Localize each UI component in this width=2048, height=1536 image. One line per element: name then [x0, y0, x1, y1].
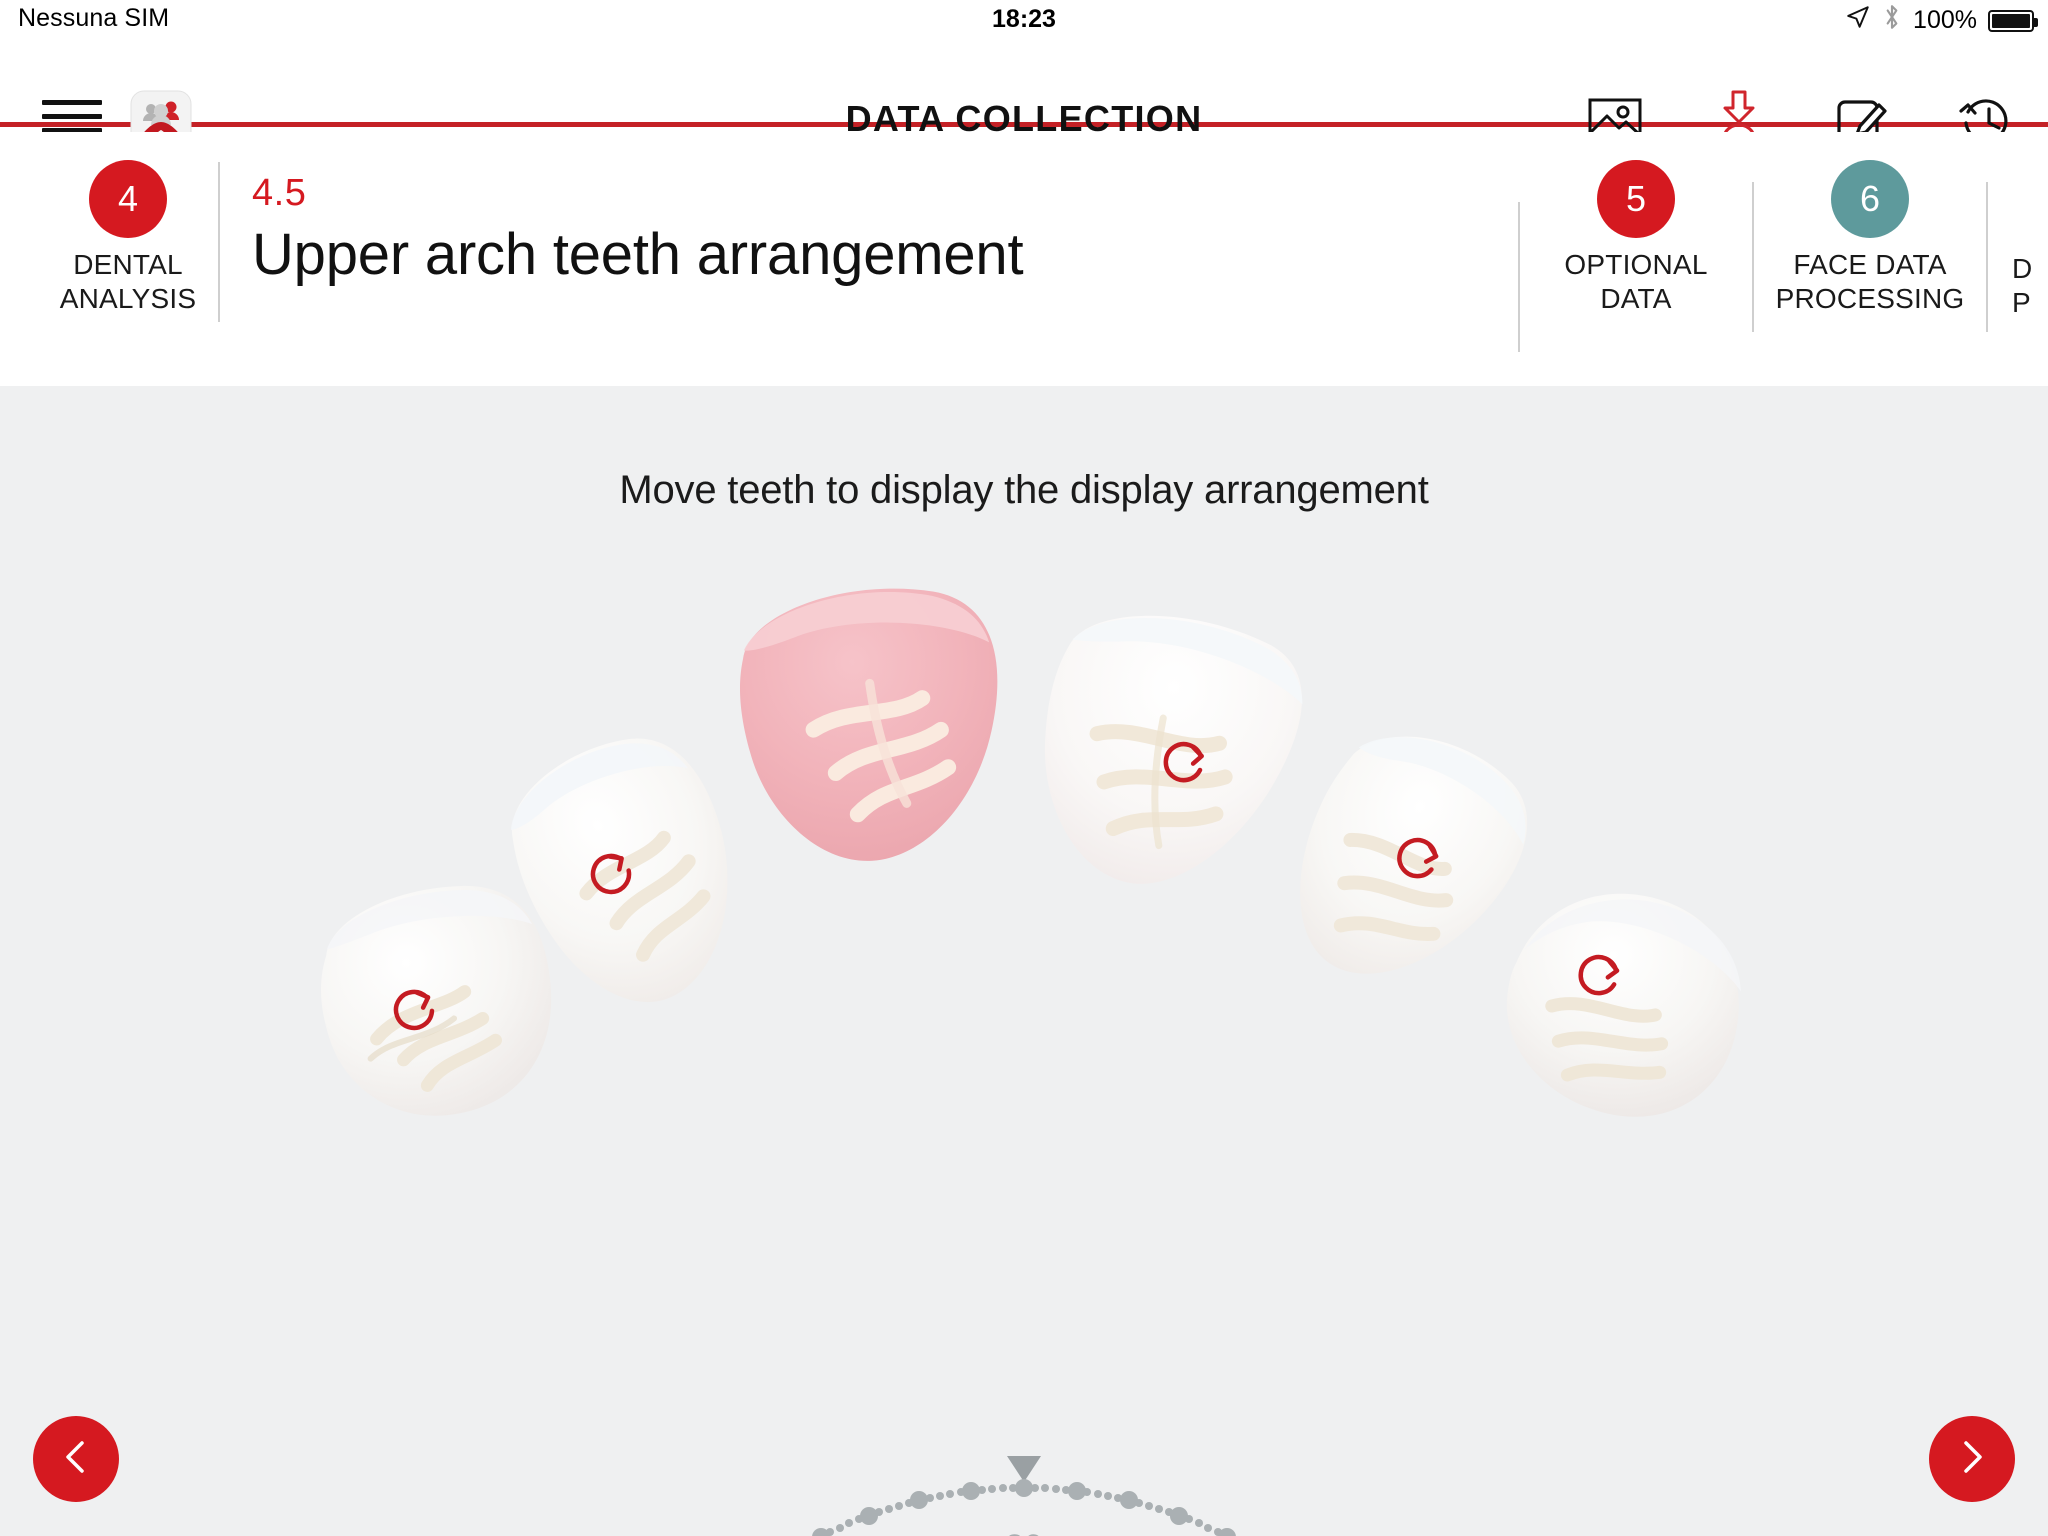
current-step-label: DENTAL ANALYSIS [59, 249, 197, 314]
arc-minor-dot[interactable] [1041, 1484, 1050, 1493]
step-header: 4 DENTAL ANALYSIS 4.5 Upper arch teeth a… [0, 132, 2048, 386]
arc-minor-dot[interactable] [845, 1519, 854, 1528]
arc-minor-dot[interactable] [1155, 1504, 1164, 1513]
step-item-face-data-processing[interactable]: 6 FACE DATA PROCESSING [1754, 160, 1986, 316]
arc-minor-dot[interactable] [1204, 1523, 1213, 1532]
arc-tick-label: 20 [954, 1528, 1002, 1536]
arc-minor-dot[interactable] [884, 1504, 893, 1513]
arc-minor-dot[interactable] [977, 1485, 986, 1494]
arc-minor-dot[interactable] [1144, 1501, 1153, 1510]
step-item-optional-data[interactable]: 5 OPTIONAL DATA [1520, 160, 1752, 316]
arc-minor-dot[interactable] [1051, 1485, 1060, 1494]
arc-minor-dot[interactable] [998, 1484, 1007, 1493]
battery-full-icon [1988, 9, 2038, 32]
teeth-canvas[interactable]: Move teeth to display the display arrang… [0, 386, 2048, 1536]
arc-minor-dot[interactable] [946, 1490, 955, 1499]
arc-minor-dot[interactable] [1093, 1490, 1102, 1499]
arc-minor-dot[interactable] [1083, 1488, 1092, 1497]
future-steps-group: 5 OPTIONAL DATA 6 FACE DATA PROCESSING D [1518, 160, 2048, 352]
arch-curve-slider[interactable]: 0010203040506070 [660, 1456, 1388, 1536]
arc-minor-dot[interactable] [835, 1523, 844, 1532]
arc-major-dot[interactable] [1218, 1527, 1237, 1536]
arc-minor-dot[interactable] [1134, 1498, 1143, 1507]
arc-minor-dot[interactable] [936, 1491, 945, 1500]
arc-minor-dot[interactable] [1030, 1484, 1039, 1493]
step-badge-6: 6 [1831, 160, 1909, 238]
arc-minor-dot[interactable] [826, 1528, 835, 1536]
current-step-group[interactable]: 4 DENTAL ANALYSIS [48, 160, 208, 316]
arc-minor-dot[interactable] [1194, 1519, 1203, 1528]
step-label-7: D P [2012, 253, 2033, 318]
arc-minor-dot[interactable] [1103, 1491, 1112, 1500]
current-step-badge: 4 [89, 160, 167, 238]
arc-tick-label: 30 [1002, 1528, 1046, 1536]
arc-minor-dot[interactable] [925, 1494, 934, 1503]
step-divider-left [218, 162, 220, 322]
substep-title-group: 4.5 Upper arch teeth arrangement [252, 172, 1024, 287]
app-root: Nessuna SIM 18:23 100% DATA COLLECTION 4… [0, 0, 2048, 1536]
status-right-group: 100% [1845, 3, 2038, 38]
step-badge-5: 5 [1597, 160, 1675, 238]
chevron-left-icon [55, 1436, 97, 1483]
app-bar: DATA COLLECTION [0, 42, 2048, 152]
step-item-next-clipped[interactable]: D P [1988, 160, 2048, 320]
location-arrow-icon [1845, 4, 1871, 37]
arc-minor-dot[interactable] [988, 1485, 997, 1494]
status-time: 18:23 [992, 5, 1056, 33]
substep-number: 4.5 [252, 172, 307, 214]
arc-minor-dot[interactable] [1184, 1515, 1193, 1524]
battery-percent-label: 100% [1913, 6, 1977, 34]
bluetooth-icon [1882, 3, 1902, 38]
instruction-text: Move teeth to display the display arrang… [619, 468, 1429, 512]
arc-major-dot[interactable] [910, 1491, 929, 1510]
status-bar: Nessuna SIM 18:23 100% [0, 0, 2048, 42]
chevron-right-icon [1951, 1436, 1993, 1483]
step-label-6: FACE DATA PROCESSING [1775, 249, 1965, 314]
arc-minor-dot[interactable] [874, 1508, 883, 1517]
tooth-left-1[interactable] [706, 552, 1045, 891]
arc-minor-dot[interactable] [895, 1501, 903, 1510]
substep-title: Upper arch teeth arrangement [252, 222, 1024, 287]
previous-step-button[interactable] [33, 1416, 119, 1502]
next-step-button[interactable] [1929, 1416, 2015, 1502]
step-label-5: OPTIONAL DATA [1564, 249, 1708, 314]
arc-tick-label: 40 [1045, 1528, 1093, 1536]
